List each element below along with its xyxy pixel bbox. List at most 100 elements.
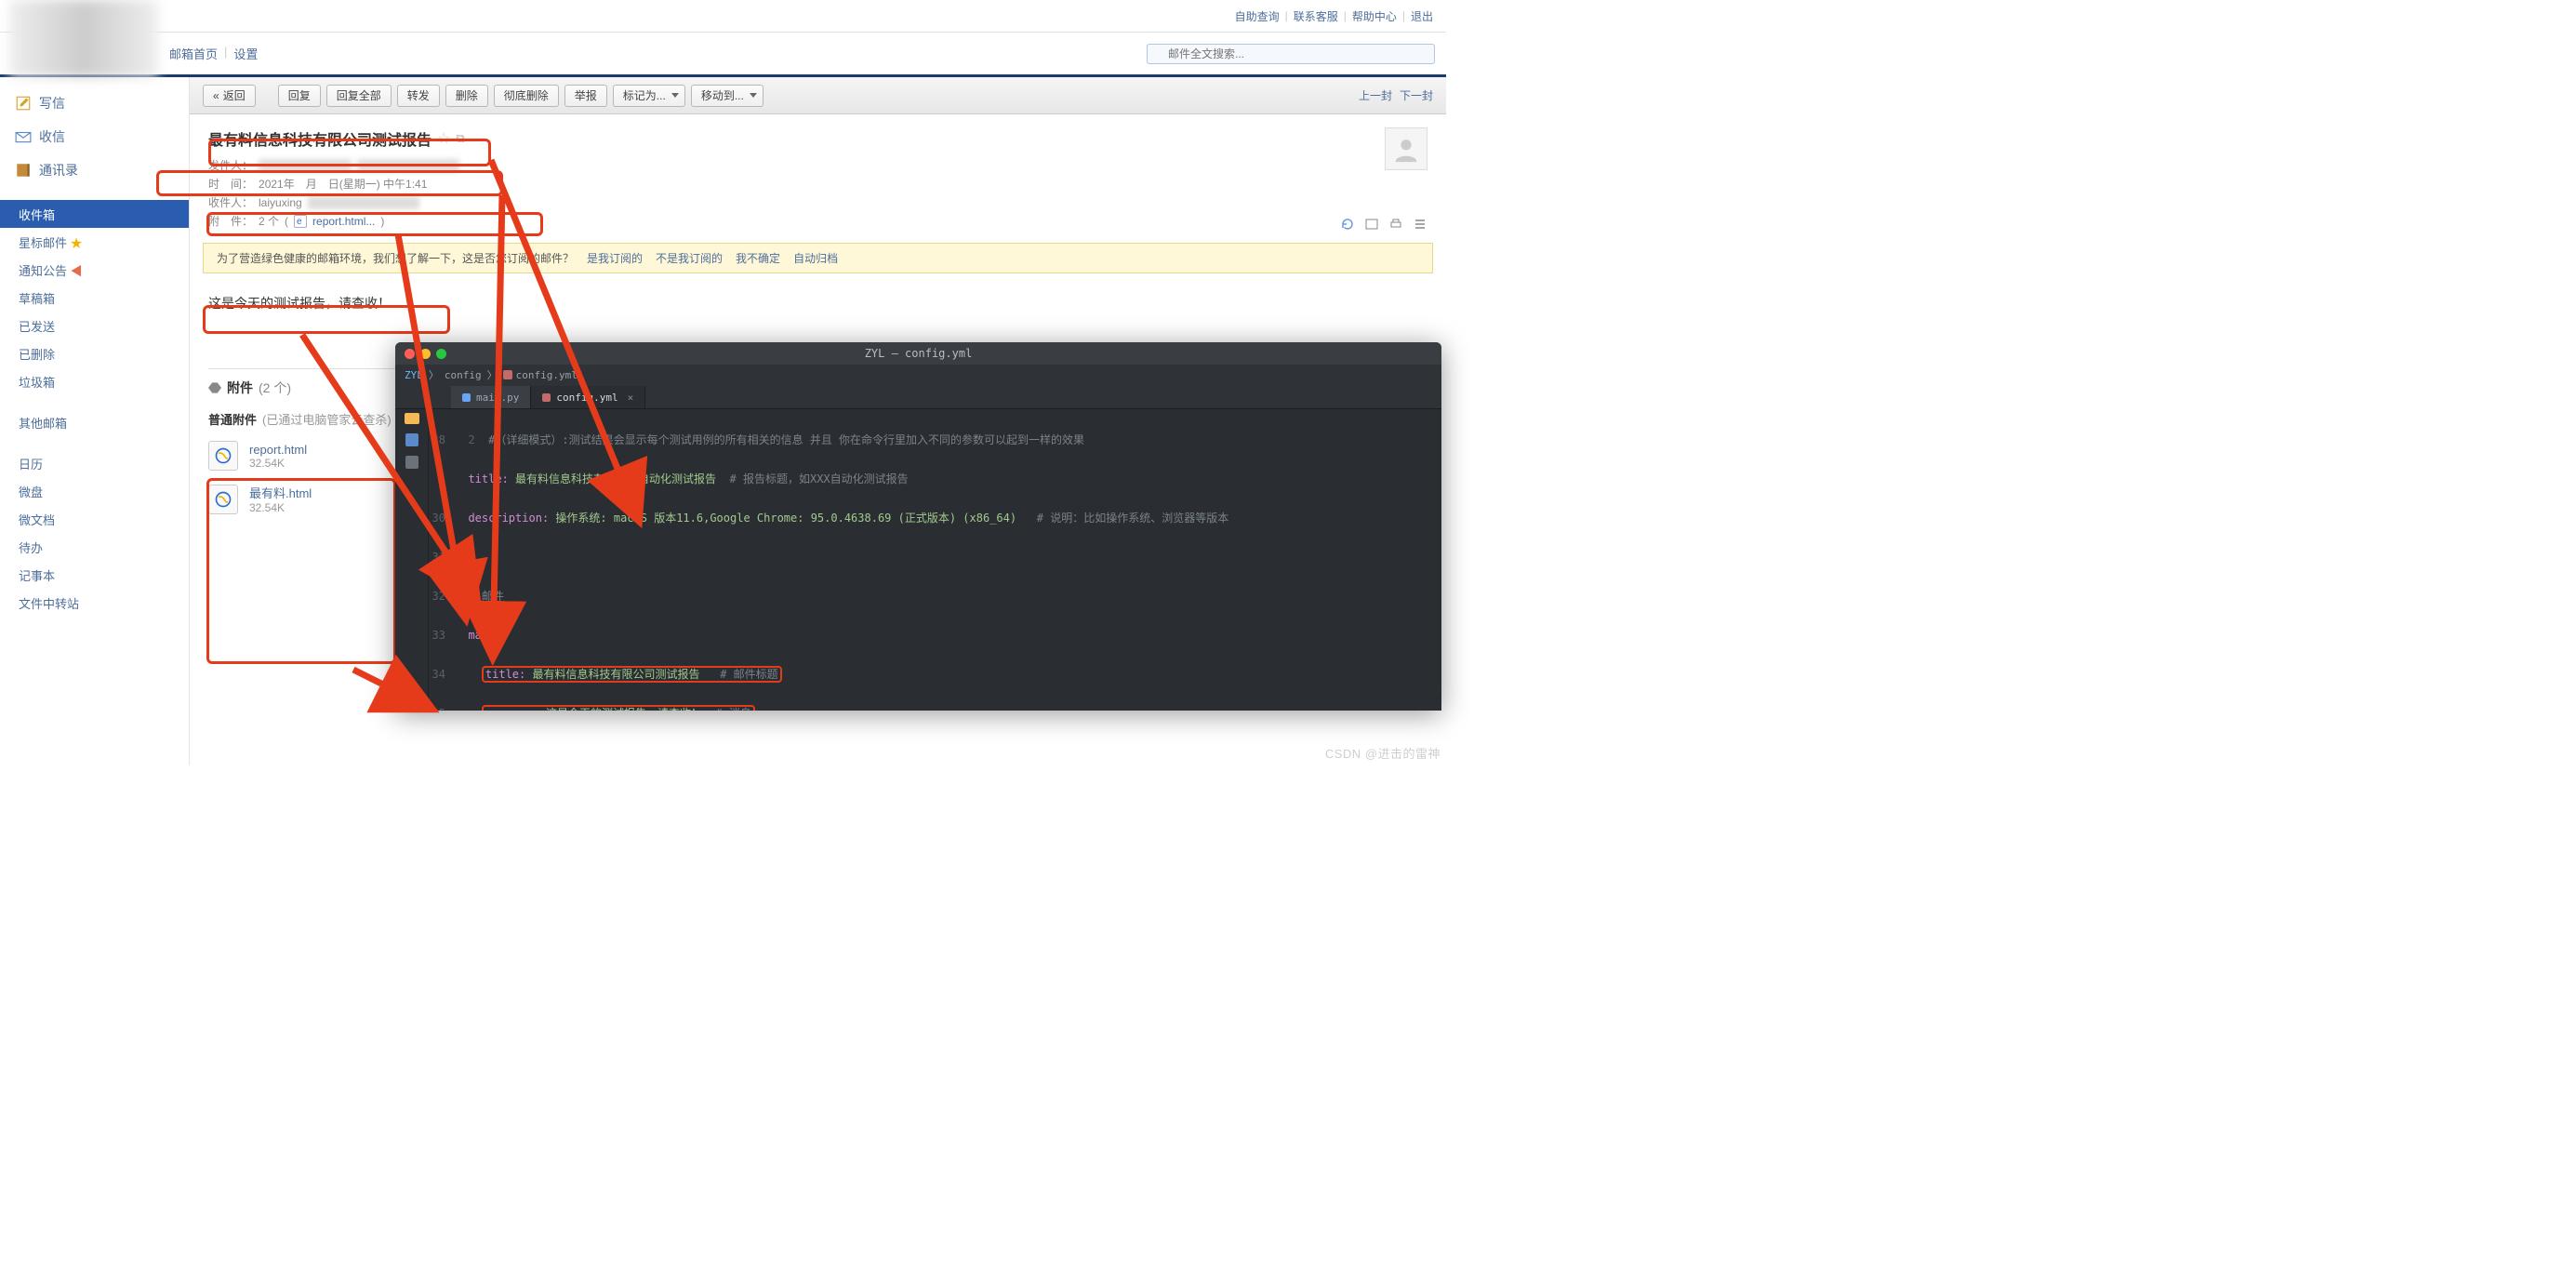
from-value-blurred: [259, 159, 352, 172]
search-input[interactable]: [1147, 44, 1435, 64]
sidebar-todo[interactable]: 待办: [0, 533, 189, 561]
refresh-icon[interactable]: [1340, 217, 1355, 232]
compose-icon: [15, 95, 32, 112]
reply-all-button[interactable]: 回复全部: [326, 85, 392, 107]
window-icon[interactable]: [1364, 217, 1379, 232]
ide-window: ZYL – config.yml ZYL 〉 config 〉 config.y…: [395, 342, 1441, 711]
sidebar-item-label: 其他邮箱: [19, 414, 67, 432]
sidebar-drafts[interactable]: 草稿箱: [0, 284, 189, 312]
banner-link-no[interactable]: 不是我订阅的: [656, 250, 723, 266]
banner-link-unsure[interactable]: 我不确定: [736, 250, 780, 266]
mail-subject: 最有料信息科技有限公司测试报告: [208, 127, 432, 150]
crumb-folder[interactable]: config: [445, 369, 482, 381]
to-addr-blurred: [308, 196, 419, 209]
ide-activity-bar: [395, 409, 429, 711]
search-panel-icon[interactable]: [405, 456, 418, 469]
ie-icon: e: [294, 215, 307, 228]
sidebar-item-label: 收件箱: [19, 206, 55, 223]
back-button[interactable]: 返回: [203, 85, 256, 107]
sidebar-notes[interactable]: 记事本: [0, 561, 189, 589]
sidebar-trash[interactable]: 已删除: [0, 339, 189, 367]
sidebar-notice[interactable]: 通知公告 ◀: [0, 256, 189, 284]
sidebar-item-label: 垃圾箱: [19, 373, 55, 391]
attachments-header: 附件: [227, 379, 253, 397]
sidebar-receive[interactable]: 收信: [0, 120, 189, 153]
sidebar-wedisk[interactable]: 微盘: [0, 477, 189, 505]
folder-icon[interactable]: [405, 413, 419, 424]
tab-label: main.py: [476, 392, 519, 404]
banner-link-yes[interactable]: 是我订阅的: [587, 250, 643, 266]
ide-tab-config[interactable]: config.yml×: [531, 386, 645, 408]
banner-text: 为了营造绿色健康的邮箱环境，我们想了解一下，这是否您订阅的邮件？: [217, 250, 574, 266]
forward-button[interactable]: 转发: [397, 85, 440, 107]
delete-perm-button[interactable]: 彻底删除: [494, 85, 559, 107]
print-icon[interactable]: [1388, 217, 1403, 232]
sidebar-compose[interactable]: 写信: [0, 86, 189, 120]
header: 邮箱首页 | 设置 🔍: [0, 33, 1446, 77]
help-link[interactable]: 帮助中心: [1352, 8, 1397, 24]
sidebar-contacts[interactable]: 通讯录: [0, 153, 189, 187]
sidebar-inbox[interactable]: 收件箱: [0, 200, 189, 228]
contact-link[interactable]: 联系客服: [1294, 8, 1338, 24]
attach-row: 附 件： 2 个 ( e report.html... ): [208, 213, 1427, 229]
popout-icon[interactable]: ⧉: [456, 131, 464, 146]
sidebar-spam[interactable]: 垃圾箱: [0, 367, 189, 395]
project-icon[interactable]: [405, 433, 418, 446]
from-row: 发件人：: [208, 157, 1427, 173]
logout-link[interactable]: 退出: [1411, 8, 1433, 24]
contacts-icon: [15, 162, 32, 179]
sidebar-file-transit[interactable]: 文件中转站: [0, 589, 189, 617]
self-service-link[interactable]: 自助查询: [1235, 8, 1280, 24]
crumb-project[interactable]: ZYL: [405, 369, 423, 381]
yaml-icon: [503, 370, 512, 379]
sidebar-starred[interactable]: 星标邮件 ★: [0, 228, 189, 256]
sidebar-item-label: 通讯录: [39, 161, 78, 179]
star-icon[interactable]: ☆: [437, 129, 450, 148]
sidebar-item-label: 通知公告 ◀: [19, 261, 83, 279]
reply-button[interactable]: 回复: [278, 85, 321, 107]
attachments-count: (2 个): [259, 379, 291, 397]
attach-label: 附 件：: [208, 213, 253, 229]
from-label: 发件人：: [208, 157, 253, 173]
time-value: 2021年 月 日(星期一) 中午1:41: [259, 176, 427, 192]
mail-header-actions: [1340, 217, 1427, 232]
attachment-size: 32.54K: [249, 501, 312, 514]
close-tab-icon[interactable]: ×: [628, 392, 634, 404]
sidebar-item-label: 微盘: [19, 483, 43, 500]
sidebar: 写信 收信 通讯录 收件箱 星标邮件 ★ 通知公告 ◀ 草稿箱 已发送 已删除 …: [0, 77, 190, 765]
sidebar-wedoc[interactable]: 微文档: [0, 505, 189, 533]
sidebar-calendar[interactable]: 日历: [0, 449, 189, 477]
ide-title: ZYL – config.yml: [395, 347, 1441, 360]
ide-titlebar[interactable]: ZYL – config.yml: [395, 342, 1441, 365]
sidebar-item-label: 文件中转站: [19, 594, 79, 612]
sidebar-item-label: 已删除: [19, 345, 55, 363]
ide-tab-main[interactable]: main.py: [451, 386, 531, 408]
sidebar-sent[interactable]: 已发送: [0, 312, 189, 339]
report-button[interactable]: 举报: [564, 85, 607, 107]
list-icon[interactable]: [1413, 217, 1427, 232]
move-to-select[interactable]: 移动到...: [691, 85, 764, 107]
yaml-icon: [542, 393, 551, 402]
mailbox-home-link[interactable]: 邮箱首页: [169, 45, 218, 62]
mail-header: 最有料信息科技有限公司测试报告 ☆ ⧉ 发件人： 时 间： 2021年 月 日(…: [190, 114, 1446, 239]
attachments-subheader: 普通附件: [208, 410, 257, 428]
code-editor[interactable]: 28 2 #（详细模式）:测试结果会显示每个测试用例的所有相关的信息 并且 你在…: [429, 409, 1441, 711]
mark-as-select[interactable]: 标记为...: [613, 85, 685, 107]
next-mail-link[interactable]: 下一封: [1400, 87, 1433, 103]
mail-body: 这是今天的测试报告，请查收！: [190, 285, 1446, 331]
attach-link[interactable]: report.html...: [312, 215, 375, 228]
sidebar-other-mail[interactable]: 其他邮箱: [0, 408, 189, 436]
sidebar-item-label: 草稿箱: [19, 289, 55, 307]
sidebar-item-label: 待办: [19, 538, 43, 556]
subscription-banner: 为了营造绿色健康的邮箱环境，我们想了解一下，这是否您订阅的邮件？ 是我订阅的 不…: [203, 243, 1433, 273]
sidebar-item-label: 日历: [19, 455, 43, 472]
csdn-watermark: CSDN @进击的雷神: [1325, 744, 1441, 762]
crumb-file[interactable]: config.yml: [516, 369, 578, 381]
sidebar-item-label: 微文档: [19, 511, 55, 528]
settings-link[interactable]: 设置: [233, 45, 258, 62]
to-name: laiyuxing: [259, 196, 302, 209]
body-text: 这是今天的测试报告，请查收！: [208, 296, 391, 311]
delete-button[interactable]: 删除: [445, 85, 488, 107]
banner-link-archive[interactable]: 自动归档: [793, 250, 838, 266]
prev-mail-link[interactable]: 上一封: [1359, 87, 1392, 103]
